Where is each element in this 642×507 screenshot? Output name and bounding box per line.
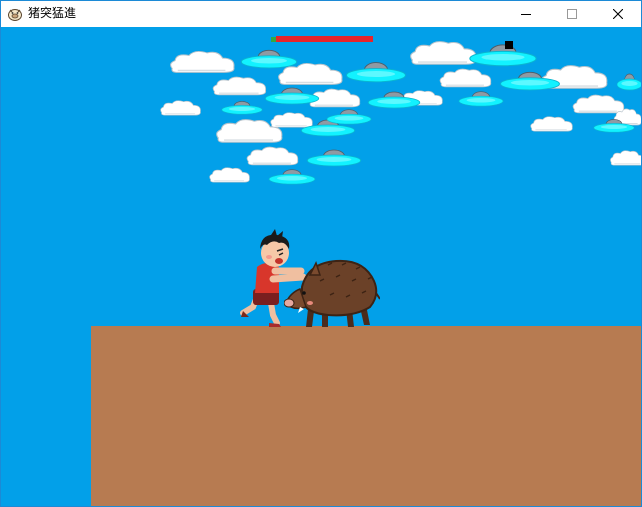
cloud — [610, 150, 641, 166]
boar-enemy[interactable] — [284, 251, 380, 331]
cloud — [439, 68, 492, 88]
flying-saucer-enemy — [469, 44, 537, 67]
cloud — [209, 167, 250, 183]
cloud — [212, 76, 267, 96]
flying-saucer-enemy — [240, 49, 298, 69]
minimize-button[interactable] — [503, 1, 549, 27]
flying-saucer-enemy — [458, 91, 504, 107]
ground-platform — [91, 326, 641, 506]
flying-saucer-enemy — [500, 71, 560, 91]
close-button[interactable] — [595, 1, 641, 27]
boss-core — [505, 41, 513, 49]
game-window: 猪突猛進 — [0, 0, 642, 507]
flying-saucer-enemy — [326, 109, 372, 125]
flying-saucer-enemy — [616, 73, 641, 91]
flying-saucer-enemy — [593, 119, 635, 133]
flying-saucer-enemy — [346, 62, 406, 83]
boar-app-icon — [8, 9, 22, 21]
health-bar-fill — [276, 36, 373, 42]
close-icon — [613, 9, 623, 19]
flying-saucer-enemy — [268, 169, 316, 185]
cloud — [170, 50, 235, 73]
title-bar[interactable]: 猪突猛進 — [1, 1, 641, 27]
cloud — [160, 100, 201, 116]
maximize-icon — [567, 9, 577, 19]
minimize-icon — [521, 14, 531, 15]
flying-saucer-enemy — [264, 87, 320, 105]
maximize-button[interactable] — [549, 1, 595, 27]
cloud — [246, 146, 299, 166]
flying-saucer-enemy — [221, 101, 263, 115]
game-canvas[interactable] — [1, 27, 641, 506]
cloud — [530, 116, 573, 132]
window-title: 猪突猛進 — [28, 6, 77, 20]
health-bar — [271, 36, 373, 42]
flying-saucer-enemy — [306, 149, 362, 167]
flying-saucer-enemy — [367, 91, 421, 109]
